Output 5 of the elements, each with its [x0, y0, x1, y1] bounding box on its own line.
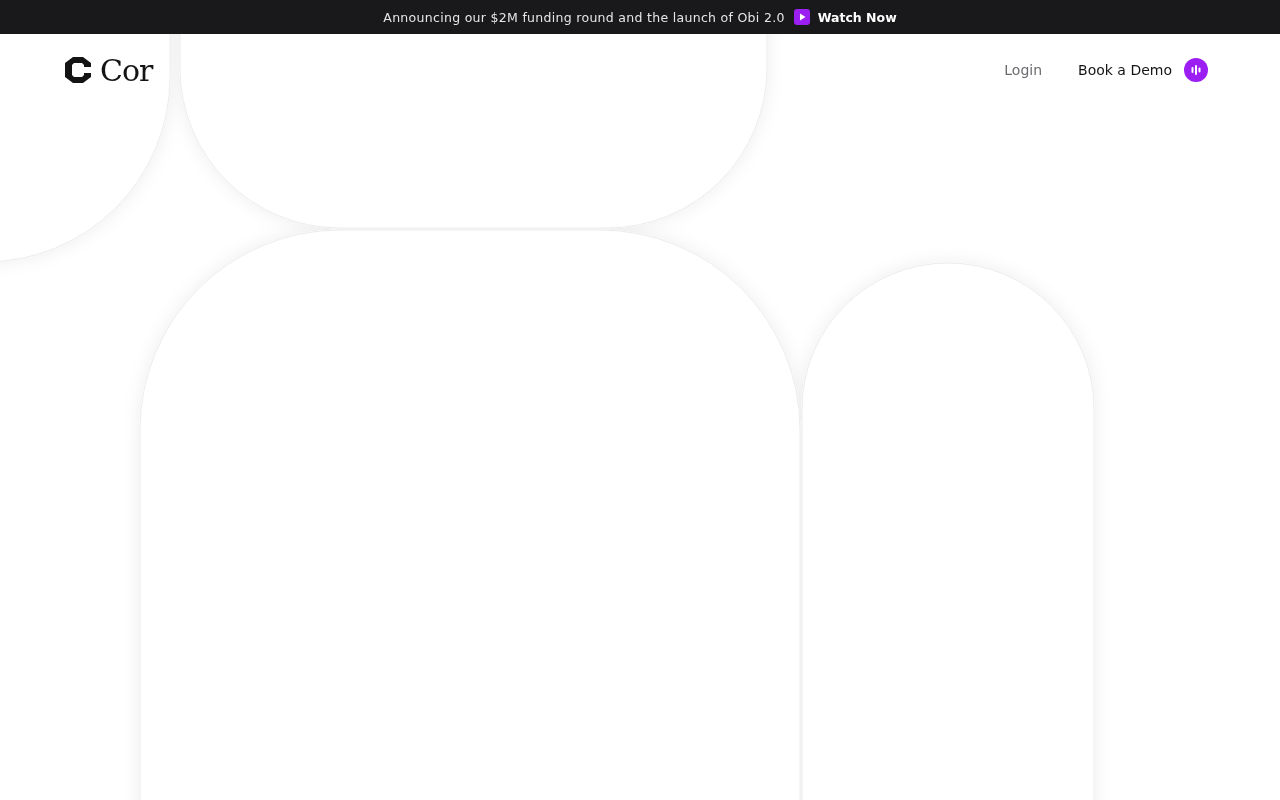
login-link[interactable]: Login — [1004, 62, 1043, 78]
book-demo-link[interactable]: Book a Demo — [1078, 58, 1208, 82]
announcement-text: Announcing our $2M funding round and the launch of Obi 2.0 — [383, 9, 785, 25]
logo-text: Cor — [100, 52, 153, 88]
watch-now-link[interactable]: Watch Now — [793, 9, 897, 25]
